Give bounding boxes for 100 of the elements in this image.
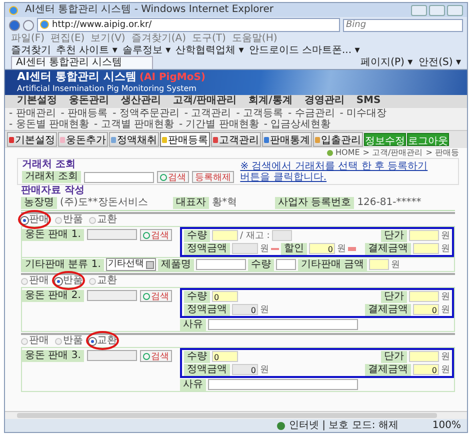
search-button[interactable]: 검색 [140, 229, 172, 241]
hint-link[interactable]: ※ 검색에서 거래처를 선택 한 후 등록하기 버튼을 클릭합니다. [240, 161, 430, 183]
discount-field[interactable]: 0 [309, 243, 335, 254]
product-field[interactable] [86, 229, 137, 240]
reason-field[interactable] [208, 319, 358, 330]
toolbar-button[interactable]: 고객관리 [211, 132, 261, 147]
maximize-button[interactable] [429, 4, 445, 16]
site-title-suffix: (AI PigMoS) [139, 72, 206, 83]
payment-field[interactable] [413, 243, 439, 254]
radio-button[interactable] [21, 338, 28, 344]
menu-item[interactable]: 도움말(H) [232, 33, 278, 45]
radio-option[interactable]: 교환 [89, 275, 117, 287]
toolbar-button[interactable]: 정액채취 [109, 132, 159, 147]
browser-tab[interactable]: AI센터 통합관리 시스템 [11, 56, 154, 69]
sub-nav-link[interactable]: - 수금관리 [288, 108, 335, 119]
field-label: 수량 [248, 258, 274, 270]
payment-field[interactable]: 0 [413, 304, 439, 315]
category-dropdown[interactable]: 기타선택 [106, 258, 156, 271]
quantity-field[interactable]: 0 [212, 291, 238, 302]
main-nav-item[interactable]: 기본설정 [17, 95, 57, 108]
sub-nav-link[interactable]: - 판매관리 [9, 108, 56, 119]
sub-nav-link[interactable]: - 기간별 판매현황 [178, 119, 259, 130]
field-label: 정액금액 [184, 364, 230, 376]
command-menu[interactable]: 페이지(P) ▾ [360, 57, 413, 69]
quantity-field[interactable] [212, 230, 238, 241]
price-field[interactable] [409, 230, 439, 241]
main-nav-item[interactable]: 경영관리 [304, 95, 344, 108]
radio-option[interactable]: 판매 [21, 275, 49, 287]
favorites-item[interactable]: 안드로이드 스마트폰... ▾ [248, 45, 360, 57]
breadcrumb-link[interactable]: HOME [336, 147, 360, 159]
customer-field[interactable] [84, 172, 154, 182]
menu-item[interactable]: 편집(E) [50, 33, 85, 45]
quantity-field[interactable]: 0 [212, 351, 238, 362]
radio-option[interactable]: 반품 [55, 335, 83, 347]
price-field[interactable] [409, 351, 439, 362]
minus-icon [271, 248, 279, 250]
breadcrumb-link[interactable]: > 판매등 [426, 147, 459, 159]
product-field[interactable] [86, 350, 137, 361]
sub-nav-link[interactable]: - 입금상세현황 [264, 119, 331, 130]
zoom-level[interactable]: 100% [432, 420, 461, 432]
sub-nav-link[interactable]: - 웅돈별 판매현황 [9, 119, 89, 130]
stock-field [272, 230, 292, 241]
toolbar-button[interactable]: 판매등록 [160, 132, 210, 147]
favorites-item[interactable]: 즐겨찾기 [11, 45, 51, 57]
toolbar-button[interactable]: 웅돈추가 [58, 132, 108, 147]
amount-field[interactable] [369, 259, 390, 270]
main-nav-item[interactable]: SMS [356, 95, 381, 108]
price-field[interactable] [409, 291, 439, 302]
search-field[interactable]: Bing [343, 18, 463, 32]
search-button[interactable]: 검색 [140, 350, 172, 362]
favorites-item[interactable]: 산학협력업체 ▾ [176, 45, 244, 57]
toolbar-button[interactable]: 입출관리 [313, 132, 363, 147]
main-nav-item[interactable]: 웅돈관리 [69, 95, 109, 108]
favorites-item[interactable]: 추천 사이트 ▾ [56, 45, 118, 57]
quantity-field[interactable] [276, 259, 296, 270]
breadcrumb-link[interactable]: > 고객/판매관리 [362, 147, 423, 159]
menu-item[interactable]: 즐겨찾기(A) [131, 33, 186, 45]
favorites-item[interactable]: 솔루정보 ▾ [122, 45, 171, 57]
sub-nav-link[interactable]: - 판매등록 [60, 108, 108, 119]
main-nav-item[interactable]: 고객/판매관리 [173, 95, 237, 108]
security-zone: 인터넷 | 보호 모드: 해제 [288, 420, 398, 432]
main-nav-item[interactable]: 회계/통계 [248, 95, 292, 108]
toolbar-button[interactable]: 기본설정 [7, 132, 57, 147]
toolbar-button[interactable]: 판매통계 [262, 132, 312, 147]
back-button[interactable] [9, 20, 20, 30]
sub-nav-link[interactable]: - 정액주문관리 [112, 108, 180, 119]
radio-option[interactable]: 판매 [21, 335, 49, 347]
payment-field[interactable]: 0 [413, 364, 439, 375]
product-field[interactable] [86, 290, 137, 301]
reason-field[interactable] [208, 379, 358, 390]
search-button[interactable]: 검색 [157, 171, 190, 183]
product-name-field[interactable] [196, 259, 246, 270]
sub-nav-link[interactable]: - 미수대장 [340, 108, 387, 119]
minimize-button[interactable] [411, 4, 427, 16]
field-value: 황*혁 [212, 197, 238, 209]
clear-button[interactable]: 등록해제 [192, 171, 234, 183]
field-label: 단가 [381, 350, 407, 362]
forward-button[interactable] [23, 20, 34, 30]
address-field[interactable]: http://www.aipig.or.kr/ [37, 18, 340, 32]
field-label: 결제금액 [365, 242, 411, 254]
radio-button[interactable] [89, 216, 96, 224]
radio-option[interactable]: 교환 [89, 214, 117, 226]
sub-nav-link[interactable]: - 고객관리 [184, 108, 232, 119]
field-label: / 재고 : [240, 230, 270, 242]
radio-button[interactable] [55, 338, 62, 344]
sub-nav-link[interactable]: - 고객등록 [236, 108, 283, 119]
horizontal-scrollbar[interactable] [5, 411, 467, 419]
sub-nav-link[interactable]: - 고객별 판매현황 [94, 119, 174, 130]
menu-item[interactable]: 파일(F) [11, 33, 45, 45]
menu-item[interactable]: 보기(V) [90, 33, 126, 45]
main-nav-item[interactable]: 생산관리 [121, 95, 161, 108]
search-button[interactable]: 검색 [140, 290, 172, 302]
radio-button[interactable] [55, 216, 62, 224]
menu-item[interactable]: 도구(T) [192, 33, 226, 45]
radio-option[interactable]: 반품 [55, 214, 83, 226]
command-menu[interactable]: 안전(S) ▾ [418, 57, 461, 69]
radio-button[interactable] [21, 278, 28, 284]
close-button[interactable] [447, 4, 463, 16]
field-label: 농장명 [21, 197, 57, 209]
radio-button[interactable] [89, 278, 96, 284]
